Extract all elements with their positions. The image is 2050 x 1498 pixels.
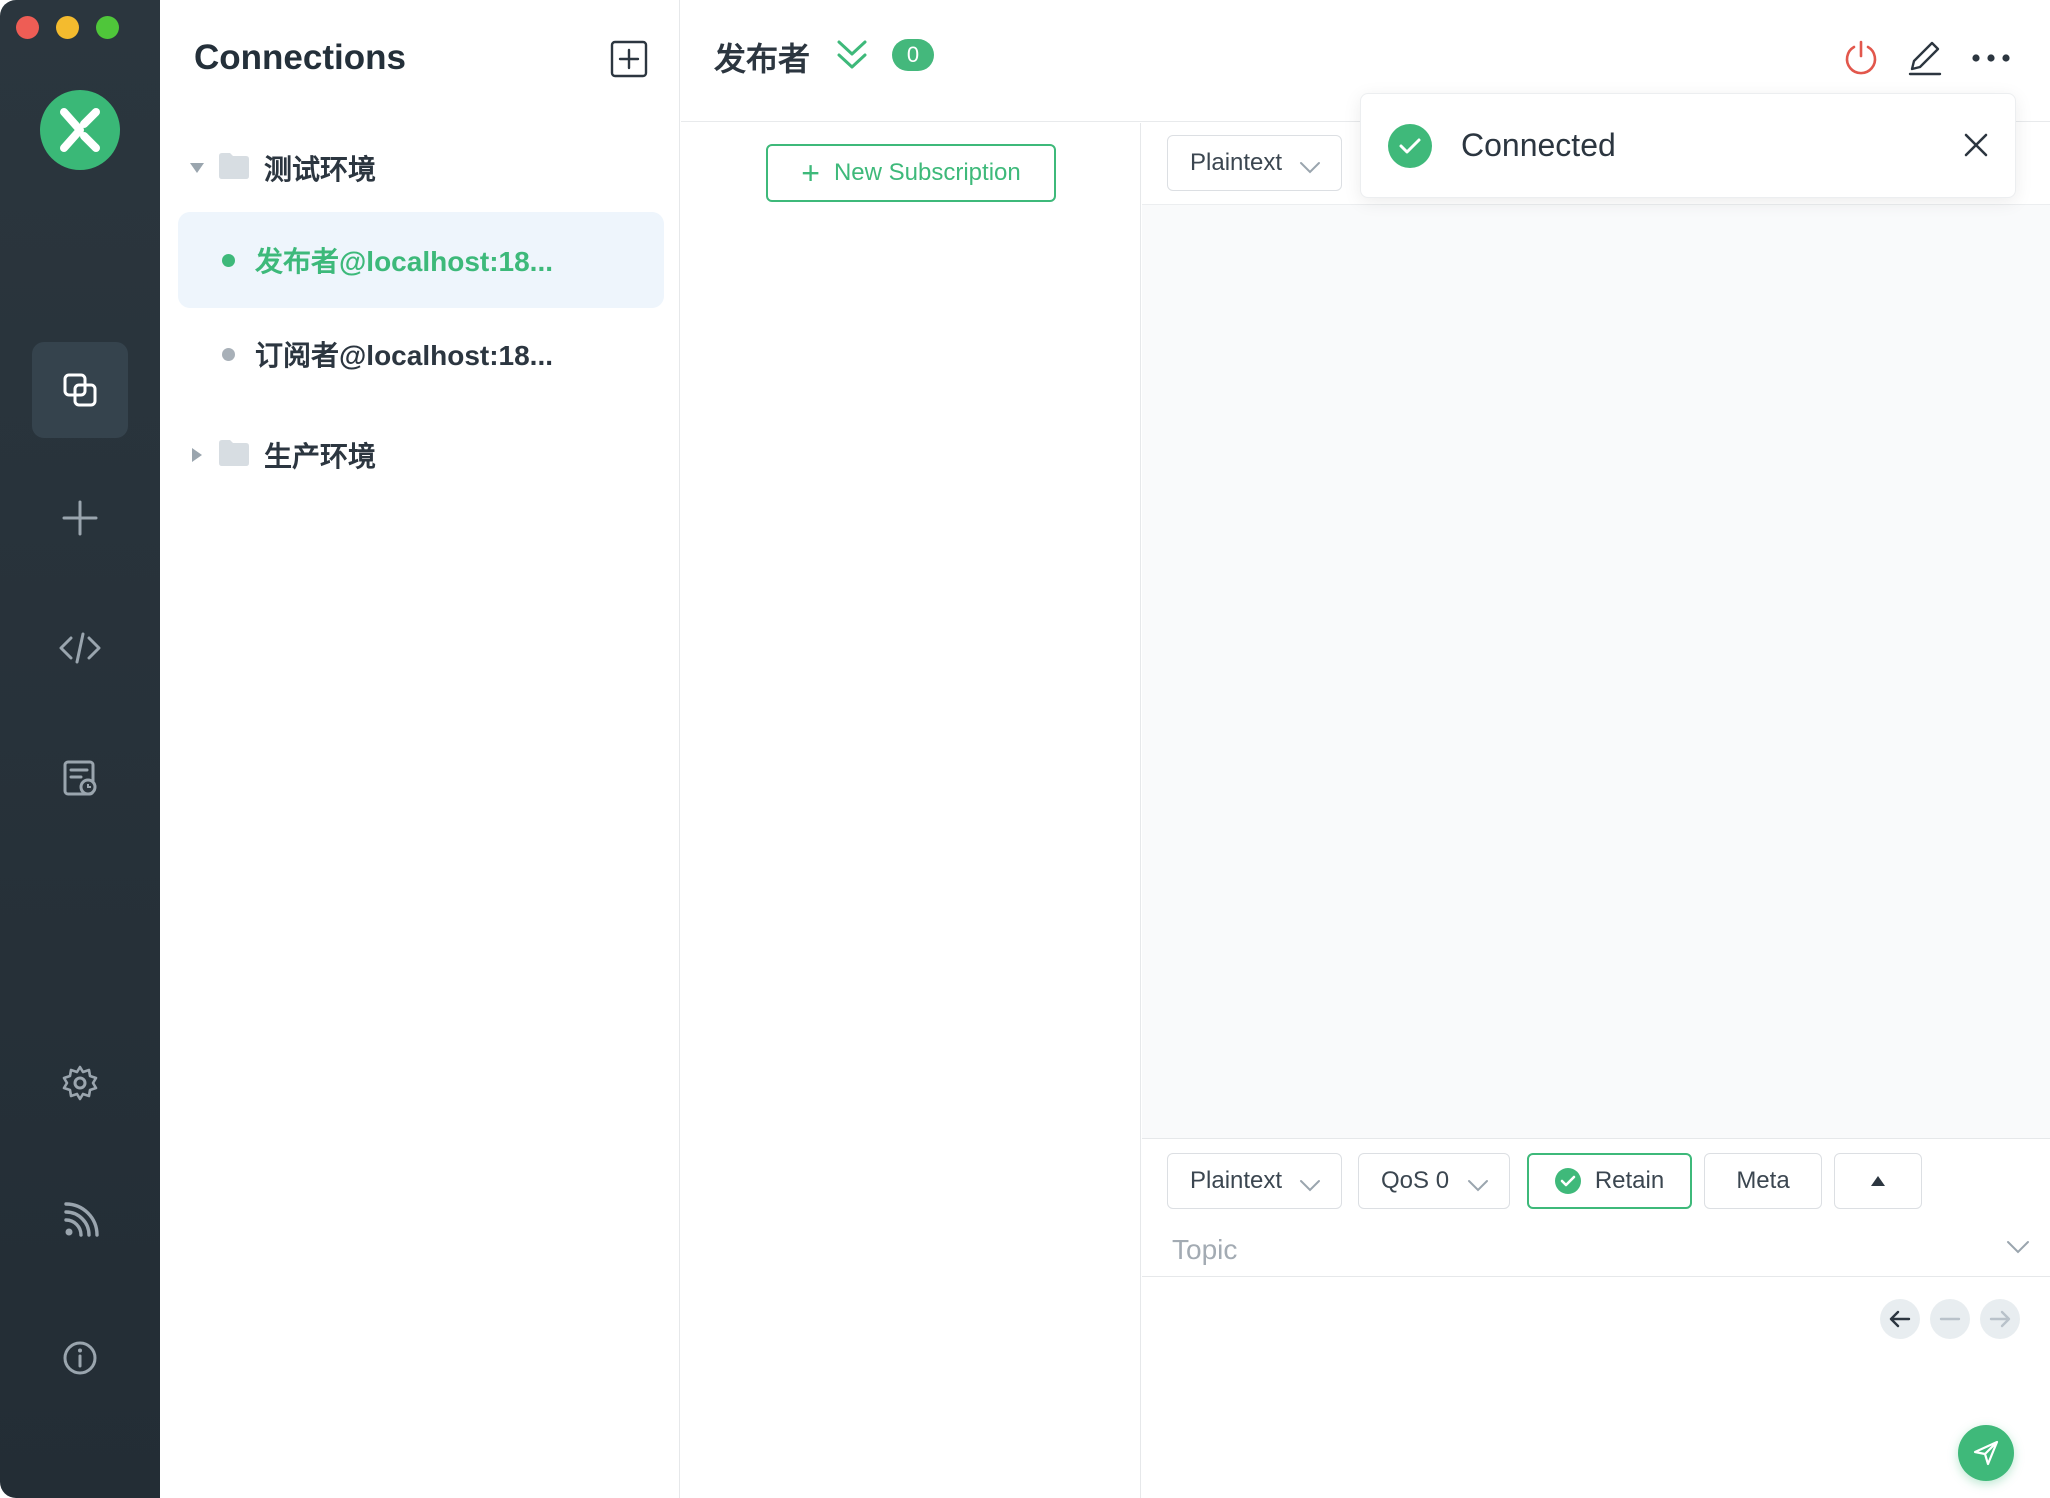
- caret-down-icon: [186, 162, 208, 174]
- topic-input[interactable]: [1172, 1231, 1972, 1269]
- gear-icon: [62, 1065, 98, 1101]
- toast-close-button[interactable]: [1961, 130, 1991, 160]
- meta-button[interactable]: Meta: [1704, 1153, 1822, 1209]
- collapse-button[interactable]: [836, 38, 868, 77]
- nav-connections[interactable]: [32, 342, 128, 438]
- arrow-left-icon: [1889, 1310, 1911, 1328]
- nav-feed[interactable]: [32, 1173, 128, 1269]
- history-clear-button[interactable]: [1930, 1299, 1970, 1339]
- connections-title: Connections: [194, 38, 406, 77]
- connection-item-subscriber[interactable]: 订阅者@localhost:18...: [178, 306, 664, 402]
- nav-settings[interactable]: [32, 1035, 128, 1131]
- group-name: 测试环境: [264, 154, 377, 185]
- nav-about[interactable]: [32, 1310, 128, 1406]
- send-icon: [1973, 1440, 1999, 1466]
- connection-label: 订阅者@localhost:18...: [255, 340, 554, 371]
- code-icon: [59, 632, 101, 664]
- edit-icon: [1908, 41, 1942, 76]
- retain-toggle[interactable]: Retain: [1527, 1153, 1692, 1209]
- nav-log[interactable]: [32, 730, 128, 826]
- double-chevron-down-icon: [837, 40, 867, 69]
- log-icon: [63, 760, 97, 796]
- connected-toast: Connected: [1360, 93, 2016, 198]
- history-next-button[interactable]: [1980, 1299, 2020, 1339]
- payload-format-value: Plaintext: [1190, 1167, 1283, 1194]
- arrow-right-icon: [1989, 1310, 2011, 1328]
- more-options-button[interactable]: [1971, 38, 2011, 78]
- folder-icon: [218, 439, 250, 472]
- nav-script[interactable]: [32, 600, 128, 696]
- disconnect-button[interactable]: [1841, 38, 1881, 78]
- connection-item-publisher[interactable]: 发布者@localhost:18...: [178, 212, 664, 308]
- folder-icon: [218, 152, 250, 185]
- check-circle-icon: [1554, 1168, 1581, 1194]
- chevron-down-icon: [1299, 154, 1321, 182]
- connections-panel: Connections 测试环境 发布者@localhost:18... 订阅者…: [160, 0, 680, 1498]
- group-prod-env[interactable]: 生产环境: [186, 435, 376, 475]
- new-subscription-button[interactable]: + New Subscription: [766, 144, 1056, 202]
- app-sidebar: [0, 0, 160, 1498]
- app-logo: [40, 90, 120, 170]
- plus-icon: +: [801, 155, 820, 191]
- expand-publish-button[interactable]: [1834, 1153, 1922, 1209]
- topic-row: [1142, 1223, 2050, 1277]
- add-square-icon: [610, 40, 648, 78]
- toast-message: Connected: [1461, 127, 1616, 163]
- connection-label: 发布者@localhost:18...: [255, 246, 554, 277]
- connections-icon: [63, 373, 97, 407]
- retain-label: Retain: [1594, 1167, 1665, 1194]
- history-prev-button[interactable]: [1880, 1299, 1920, 1339]
- minus-icon: [1939, 1317, 1961, 1321]
- caret-up-icon: [1871, 1176, 1885, 1186]
- nav-new-connection[interactable]: [32, 470, 128, 566]
- message-list-area: Plaintext: [1142, 123, 2050, 1138]
- group-test-env[interactable]: 测试环境: [186, 148, 376, 188]
- qos-select[interactable]: QoS 0: [1358, 1153, 1510, 1209]
- new-subscription-label: New Subscription: [833, 159, 1021, 186]
- topic-history-dropdown[interactable]: [2006, 1239, 2030, 1260]
- group-name: 生产环境: [264, 441, 377, 472]
- info-icon: [63, 1341, 97, 1375]
- meta-label: Meta: [1736, 1167, 1790, 1194]
- status-dot: [222, 347, 235, 361]
- send-button[interactable]: [1958, 1425, 2014, 1481]
- chevron-down-icon: [2007, 1241, 2029, 1254]
- window-close-button[interactable]: [16, 16, 39, 39]
- check-circle-icon: [1388, 124, 1432, 168]
- qos-value: QoS 0: [1381, 1167, 1450, 1194]
- subscriptions-panel: + New Subscription: [681, 123, 1141, 1498]
- message-format-select[interactable]: Plaintext: [1167, 135, 1342, 191]
- window-minimize-button[interactable]: [56, 16, 79, 39]
- add-folder-button[interactable]: [610, 40, 648, 78]
- status-dot: [222, 253, 235, 267]
- connection-title: 发布者: [714, 41, 811, 77]
- window-maximize-button[interactable]: [96, 16, 119, 39]
- power-icon: [1845, 40, 1877, 75]
- chevron-down-icon: [1467, 1172, 1489, 1200]
- edit-connection-button[interactable]: [1905, 38, 1945, 78]
- chevron-down-icon: [1299, 1172, 1321, 1200]
- payload-format-select[interactable]: Plaintext: [1167, 1153, 1342, 1209]
- caret-right-icon: [186, 447, 208, 463]
- publish-panel: Plaintext QoS 0 Retain Meta: [1142, 1138, 2050, 1498]
- more-icon: [1972, 54, 2010, 62]
- message-count-badge: 0: [892, 39, 934, 71]
- rss-icon: [64, 1202, 99, 1237]
- plus-icon: [62, 500, 98, 536]
- close-icon: [1964, 133, 1988, 157]
- format-value: Plaintext: [1190, 149, 1283, 176]
